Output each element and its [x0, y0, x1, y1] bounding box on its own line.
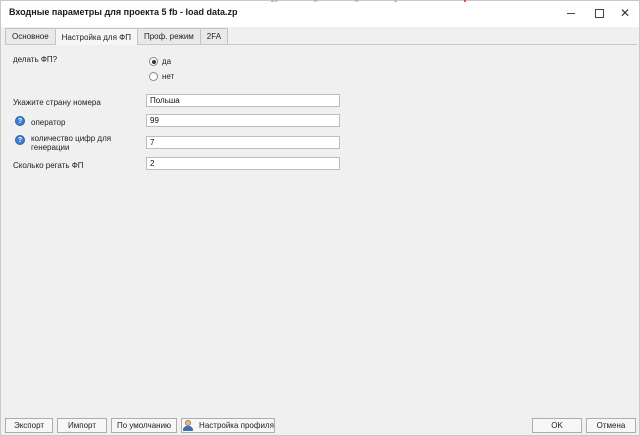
tab-bar: Основное Настройка для ФП Проф. режим 2F…	[5, 28, 229, 45]
radio-label-no: нет	[162, 72, 175, 81]
ruler-tick-label: 0	[355, 0, 359, 4]
help-icon[interactable]: ?	[15, 135, 25, 145]
reg-count-label: Сколько регать ФП	[13, 161, 84, 170]
operator-field[interactable]	[146, 114, 340, 127]
ruler-tick-label: 1	[394, 0, 398, 4]
ruler-tick-label: 20	[271, 0, 278, 4]
make-fp-label: делать ФП?	[13, 55, 58, 64]
ruler-accent-mark	[464, 0, 466, 2]
profile-settings-label: Настройка профиля	[199, 421, 274, 430]
ok-button[interactable]: OK	[532, 418, 582, 433]
ruler-tick-label: 0	[314, 0, 318, 4]
export-button[interactable]: Экспорт	[5, 418, 53, 433]
country-field[interactable]	[146, 94, 340, 107]
title-bar[interactable]: 20 0 0 1 Входные параметры для проекта 5…	[1, 0, 639, 27]
tab-main[interactable]: Основное	[5, 28, 56, 44]
radio-label-yes: да	[162, 57, 172, 66]
radio-option-yes[interactable]: да	[149, 57, 171, 66]
digits-field[interactable]	[146, 136, 340, 149]
background-ruler: 20 0 0 1	[251, 0, 491, 4]
radio-button-no[interactable]	[149, 72, 158, 81]
maximize-button[interactable]	[589, 5, 609, 21]
cancel-button[interactable]: Отмена	[586, 418, 636, 433]
minimize-button[interactable]	[561, 5, 581, 21]
radio-option-no[interactable]: нет	[149, 72, 174, 81]
user-profile-icon	[182, 420, 194, 431]
import-button[interactable]: Импорт	[57, 418, 107, 433]
help-icon[interactable]: ?	[15, 116, 25, 126]
tab-pro-mode[interactable]: Проф. режим	[136, 28, 201, 44]
dialog-window: 20 0 0 1 Входные параметры для проекта 5…	[0, 0, 640, 436]
profile-settings-button[interactable]: Настройка профиля	[181, 418, 275, 433]
close-icon[interactable]: ✕	[615, 5, 635, 21]
radio-button-yes[interactable]	[149, 57, 158, 66]
tab-panel-fp-settings: делать ФП? да нет Укажите страну номера …	[5, 44, 637, 412]
tab-fp-settings[interactable]: Настройка для ФП	[54, 28, 138, 45]
default-button[interactable]: По умолчанию	[111, 418, 177, 433]
digits-label: количество цифр для генерации	[31, 134, 112, 152]
reg-count-field[interactable]	[146, 157, 340, 170]
window-title: Входные параметры для проекта 5 fb - loa…	[9, 7, 238, 17]
operator-label: оператор	[31, 118, 66, 127]
tab-2fa[interactable]: 2FA	[199, 28, 229, 44]
country-label: Укажите страну номера	[13, 98, 101, 107]
